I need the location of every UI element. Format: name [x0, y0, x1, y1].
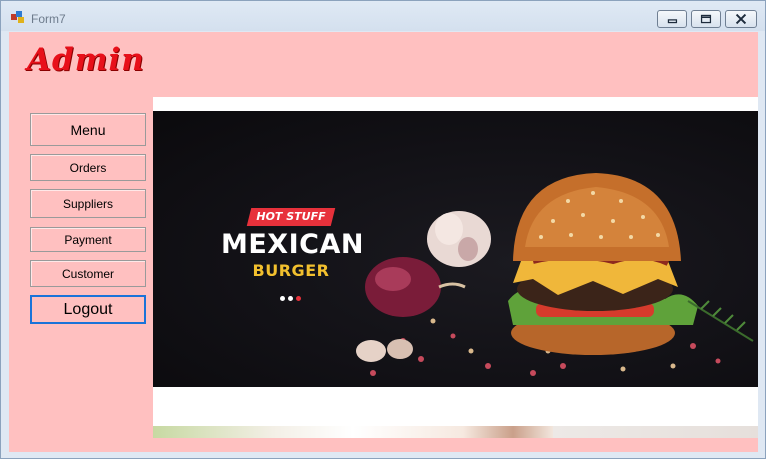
form-client-area: Admin Menu Orders Suppliers Payment Cust…: [9, 32, 758, 452]
form-app-icon: [11, 11, 24, 23]
slide-indicator: [280, 296, 304, 302]
suppliers-button[interactable]: Suppliers: [30, 189, 146, 218]
payment-button[interactable]: Payment: [30, 227, 146, 252]
logout-button[interactable]: Logout: [30, 295, 146, 324]
slide-dot[interactable]: [288, 296, 293, 301]
close-button[interactable]: [725, 10, 757, 28]
close-icon: [735, 13, 747, 25]
banner-subhead: BURGER: [252, 261, 330, 280]
hot-stuff-label: HOT STUFF: [256, 210, 326, 223]
customer-button[interactable]: Customer: [30, 260, 146, 287]
next-images-strip: [153, 426, 758, 438]
app-window: Form7 Admin Menu Orders Suppliers Paymen…: [0, 0, 766, 459]
hot-stuff-tag: HOT STUFF: [246, 208, 336, 226]
admin-heading: Admin: [27, 42, 145, 78]
slide-dot-active[interactable]: [296, 296, 301, 301]
window-title: Form7: [31, 12, 66, 26]
thumbnail-image: [153, 426, 353, 438]
minimize-button[interactable]: [657, 10, 687, 28]
slide-dot[interactable]: [280, 296, 285, 301]
promo-banner-image[interactable]: HOT STUFF MEXICAN BURGER: [153, 111, 758, 387]
minimize-icon: [667, 19, 678, 24]
orders-button[interactable]: Orders: [30, 154, 146, 181]
maximize-button[interactable]: [691, 10, 721, 28]
thumbnail-image: [553, 426, 758, 438]
maximize-icon: [700, 14, 712, 24]
thumbnail-image: [353, 426, 553, 438]
menu-button[interactable]: Menu: [30, 113, 146, 146]
banner-headline: MEXICAN: [221, 229, 364, 260]
banner-panel: HOT STUFF MEXICAN BURGER: [153, 97, 758, 438]
title-bar[interactable]: Form7: [1, 1, 765, 31]
